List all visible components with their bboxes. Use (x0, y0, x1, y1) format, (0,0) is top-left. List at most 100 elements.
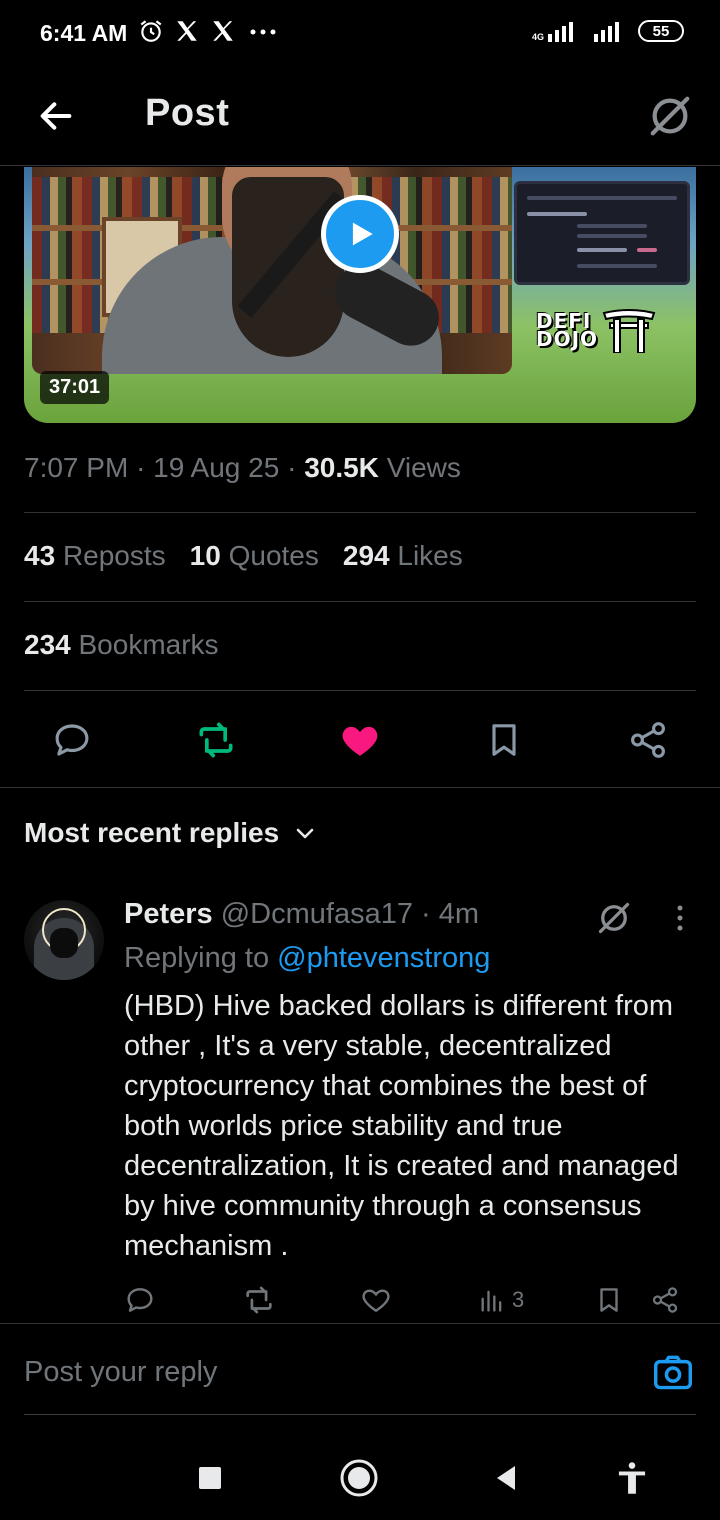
likes-link[interactable]: 294 Likes (343, 540, 463, 572)
bookmark-button[interactable] (476, 712, 532, 768)
grok-icon (650, 96, 690, 136)
replying-mention[interactable]: @phtevenstrong (277, 942, 490, 974)
play-icon (352, 222, 373, 246)
reply-repost-button[interactable] (242, 1280, 276, 1320)
share-icon (631, 722, 665, 758)
reply-author-name[interactable]: Peters (124, 898, 213, 930)
reply-grok-button[interactable] (594, 898, 634, 938)
back-nav-button[interactable] (478, 1450, 534, 1506)
signal-icon (594, 22, 619, 42)
reply-author-handle[interactable]: @Dcmufasa17 (221, 898, 413, 930)
signal-4g-icon: 4G (532, 20, 580, 42)
status-time: 6:41 AM (40, 20, 128, 46)
quotes-label: Quotes (228, 540, 319, 571)
alarm-icon (140, 20, 162, 42)
views-label: Views (386, 452, 461, 483)
battery-indicator: 55 (638, 20, 684, 42)
logo-line-2: DOJO (536, 327, 599, 351)
heart-filled-icon (342, 726, 378, 756)
reply-icon (127, 1288, 153, 1312)
post-date: 19 Aug 25 (153, 452, 280, 483)
more-notifications-icon (250, 29, 276, 35)
home-button[interactable] (331, 1450, 387, 1506)
recents-button[interactable] (182, 1450, 238, 1506)
reply-more-button[interactable] (664, 898, 696, 938)
repost-icon (199, 722, 233, 758)
defi-dojo-logo: DEFI DOJO (536, 307, 656, 353)
views-link[interactable]: 30.5K Views (304, 452, 461, 483)
reposts-link[interactable]: 43 Reposts (24, 540, 166, 572)
more-vertical-icon (677, 905, 683, 931)
reply-composer: Post your reply (0, 1323, 720, 1415)
share-button[interactable] (620, 712, 676, 768)
grok-button[interactable] (642, 88, 698, 144)
reply-button[interactable] (44, 712, 100, 768)
heart-icon (362, 1289, 390, 1313)
post-time: 7:07 PM (24, 452, 129, 483)
camera-icon (654, 1355, 692, 1390)
reposts-count: 43 (24, 540, 56, 571)
page-title: Post (145, 92, 230, 134)
reply-icon (55, 724, 89, 756)
reply-sort-dropdown[interactable]: Most recent replies (24, 817, 317, 849)
replying-to: Replying to @phtevenstrong (124, 942, 490, 975)
back-arrow-icon (40, 102, 72, 130)
status-bar: 6:41 AM 4G 55 (0, 0, 720, 70)
divider (24, 601, 696, 602)
avatar[interactable] (24, 900, 104, 980)
bookmarks-label: Bookmarks (78, 629, 219, 660)
views-count: 30.5K (304, 452, 379, 483)
back-button[interactable] (30, 90, 82, 142)
accessibility-icon (618, 1462, 646, 1494)
chevron-down-icon (296, 828, 314, 839)
reply-share-button[interactable] (650, 1280, 680, 1320)
network-type: 4G (531, 32, 544, 42)
like-button[interactable] (332, 712, 388, 768)
reply-views-count: 3 (512, 1287, 525, 1312)
system-navigation-bar (0, 1430, 720, 1520)
video-media[interactable]: DEFI DOJO 37:01 (24, 167, 696, 423)
accessibility-button[interactable] (604, 1450, 660, 1506)
x-logo-icon (177, 21, 197, 41)
grok-icon (598, 902, 630, 934)
system-indicators: 4G 55 (532, 20, 684, 42)
reply-text: (HBD) Hive backed dollars is different f… (124, 990, 687, 1262)
reply-bookmark-button[interactable] (594, 1280, 624, 1320)
circle-icon (340, 1459, 378, 1497)
camera-button[interactable] (652, 1352, 694, 1392)
post-meta: 7:07 PM · 19 Aug 25 · 30.5K Views (24, 452, 461, 483)
reply-reply-button[interactable] (124, 1280, 156, 1320)
quotes-count: 10 (189, 540, 221, 571)
divider (24, 512, 696, 513)
composer-underline (24, 1414, 696, 1415)
likes-label: Likes (397, 540, 463, 571)
repost-icon (246, 1286, 272, 1314)
reply-views-button[interactable]: 3 (478, 1280, 524, 1320)
post-action-bar (24, 712, 696, 768)
reply-input[interactable]: Post your reply (24, 1356, 217, 1389)
quotes-link[interactable]: 10 Quotes (190, 540, 319, 572)
x-logo-icon (213, 21, 233, 41)
play-button[interactable] (321, 195, 399, 273)
reposts-label: Reposts (62, 540, 166, 571)
reply-time: 4m (438, 898, 480, 930)
replying-prefix: Replying to (124, 942, 270, 974)
reply-action-bar: 3 (124, 1280, 696, 1320)
divider (24, 690, 696, 691)
screen-inset (514, 181, 690, 285)
bookmarks-count: 234 (24, 629, 71, 660)
repost-button[interactable] (188, 712, 244, 768)
bookmarks-link[interactable]: 234 Bookmarks (24, 629, 219, 661)
square-icon (199, 1467, 221, 1489)
sort-label: Most recent replies (24, 817, 280, 848)
divider (0, 787, 720, 788)
analytics-icon (481, 1290, 502, 1312)
top-app-bar: Post (0, 70, 720, 166)
share-icon (652, 1287, 678, 1313)
triangle-back-icon (497, 1466, 515, 1490)
video-thumbnail (32, 167, 512, 374)
notification-icons (138, 18, 280, 44)
bookmark-icon (600, 1288, 618, 1312)
reply-like-button[interactable] (360, 1280, 392, 1320)
bookmark-icon (492, 724, 516, 756)
